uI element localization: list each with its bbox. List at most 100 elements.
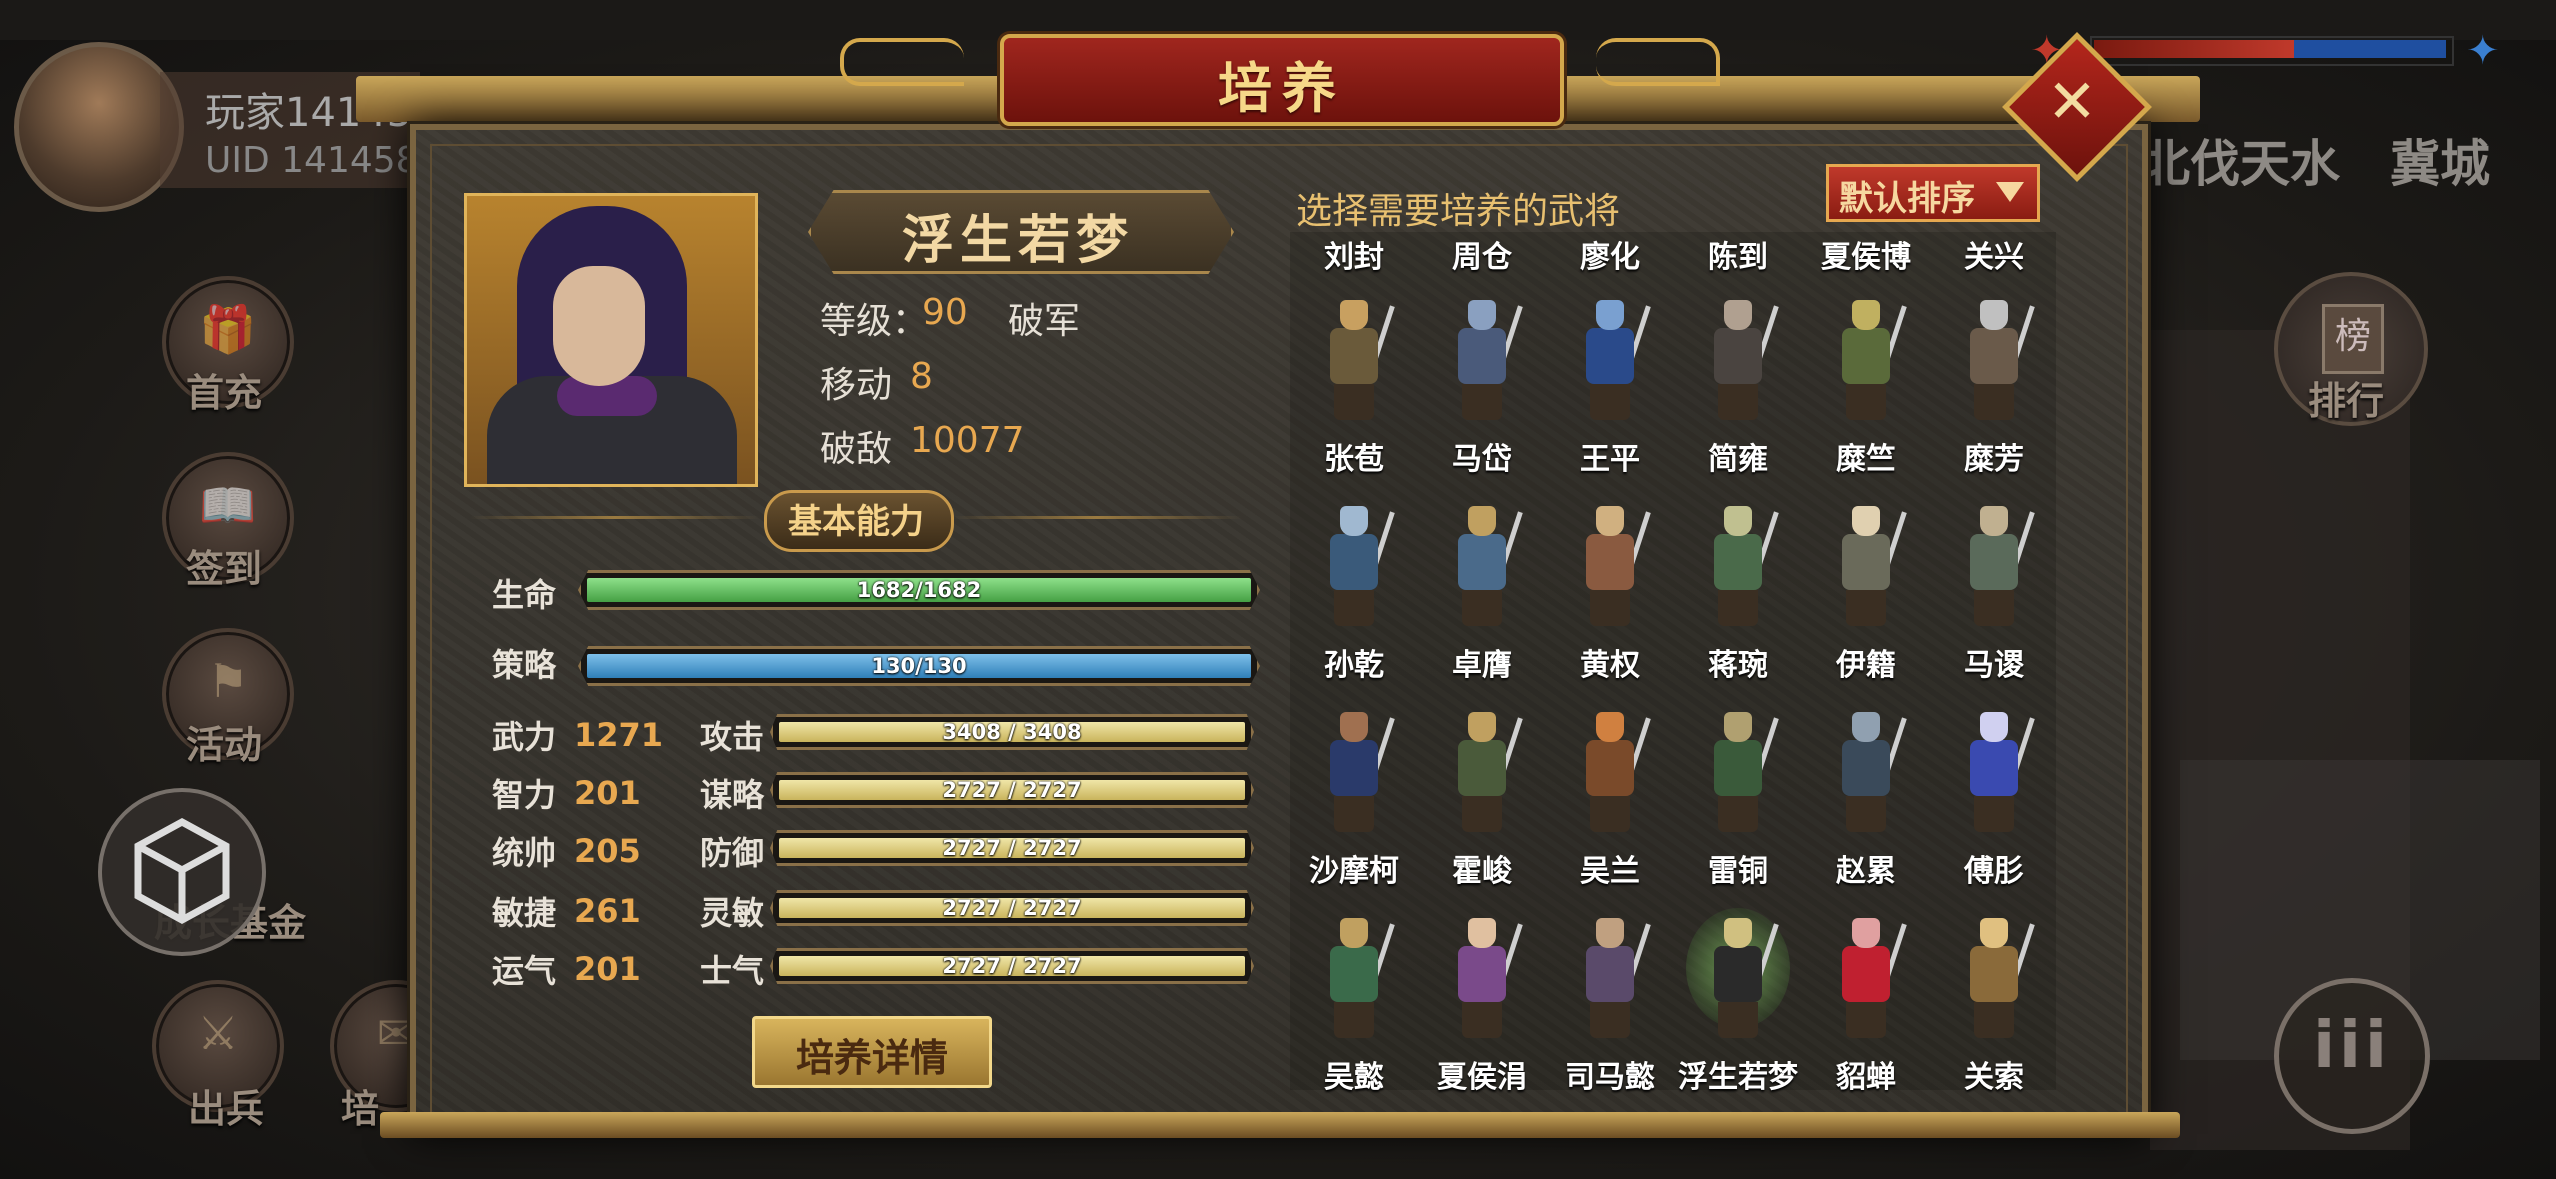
sub-attr-bar: 3408 / 3408 xyxy=(770,714,1254,750)
sub-attr-bar-text: 2727 / 2727 xyxy=(942,896,1082,920)
attr-value: 201 xyxy=(574,950,641,988)
general-cell[interactable]: 卓膺 xyxy=(1418,496,1546,696)
menu-icon: iii xyxy=(2313,1009,2391,1083)
hp-label: 生命 xyxy=(492,576,557,614)
general-cell[interactable]: 马岱 xyxy=(1418,290,1546,490)
sub-attr-bar: 2727 / 2727 xyxy=(770,772,1254,808)
general-column-head[interactable]: 廖化 xyxy=(1546,232,1674,276)
general-sprite xyxy=(1964,300,2035,420)
general-column-head[interactable]: 陈到 xyxy=(1674,232,1802,276)
city-jicheng[interactable]: 冀城 xyxy=(2390,124,2490,196)
attr-name: 敏捷 xyxy=(492,894,557,932)
general-column-head[interactable]: 夏侯博 xyxy=(1802,232,1930,276)
general-cell[interactable]: 浮生若梦 xyxy=(1674,908,1802,1108)
general-name: 伊籍 xyxy=(1836,648,1896,683)
sub-attr-bar-text: 2727 / 2727 xyxy=(942,778,1082,802)
level-label: 等级： xyxy=(820,301,929,342)
general-name: 糜竺 xyxy=(1836,442,1896,477)
power-value: 10077 xyxy=(910,420,1025,461)
general-name: 黄权 xyxy=(1580,648,1640,683)
general-cell[interactable]: 司马懿 xyxy=(1546,908,1674,1108)
blue-bird-icon: ✦ xyxy=(2466,28,2500,74)
general-name: 傅肜 xyxy=(1964,854,2024,889)
general-cell[interactable]: 吴兰 xyxy=(1546,702,1674,902)
general-cell[interactable]: 马谡 xyxy=(1930,496,2058,696)
chevron-down-icon[interactable] xyxy=(1996,182,2024,202)
general-cell[interactable]: 蒋琬 xyxy=(1674,496,1802,696)
general-name: 马岱 xyxy=(1452,442,1512,477)
general-sprite xyxy=(1324,918,1395,1038)
general-sprite xyxy=(1964,506,2035,626)
general-name: 简雍 xyxy=(1708,442,1768,477)
dialog-bottom-rail xyxy=(380,1112,2180,1138)
general-cell[interactable]: 霍峻 xyxy=(1418,702,1546,902)
sub-attr-bar-text: 2727 / 2727 xyxy=(942,954,1082,978)
player-avatar[interactable] xyxy=(14,42,184,212)
sub-attr-bar: 2727 / 2727 xyxy=(770,948,1254,984)
general-sprite xyxy=(1452,300,1523,420)
general-name: 糜芳 xyxy=(1964,442,2024,477)
hero-portrait xyxy=(464,193,758,487)
dialog-title-banner: 培养 xyxy=(1000,34,1564,126)
general-cell[interactable]: 傅肜 xyxy=(1930,702,2058,902)
hero-name: 浮生若梦 xyxy=(901,211,1134,271)
general-column-head[interactable]: 关兴 xyxy=(1930,232,2058,276)
general-cell[interactable]: 伊籍 xyxy=(1802,496,1930,696)
attr-name: 运气 xyxy=(492,952,557,990)
attr-value: 205 xyxy=(574,832,641,870)
general-column-head[interactable]: 刘封 xyxy=(1290,232,1418,276)
city-beifa[interactable]: 北伐 xyxy=(2140,124,2240,196)
general-name: 赵累 xyxy=(1836,854,1896,889)
general-name: 浮生若梦 xyxy=(1678,1060,1798,1095)
general-sprite xyxy=(1836,712,1907,832)
general-cell[interactable]: 貂蝉 xyxy=(1802,908,1930,1108)
general-cell[interactable]: 王平 xyxy=(1546,290,1674,490)
general-column-head[interactable]: 周仓 xyxy=(1418,232,1546,276)
general-cell[interactable]: 吴懿 xyxy=(1290,908,1418,1108)
cube-button[interactable] xyxy=(98,788,266,956)
sub-attr-name: 灵敏 xyxy=(700,894,765,932)
general-cell[interactable]: 赵累 xyxy=(1802,702,1930,902)
general-sprite xyxy=(1580,712,1651,832)
general-name: 关索 xyxy=(1964,1060,2024,1095)
general-cell[interactable]: 沙摩柯 xyxy=(1290,702,1418,902)
general-cell[interactable]: 孙乾 xyxy=(1290,496,1418,696)
general-sprite xyxy=(1580,918,1651,1038)
book-icon: 📖 xyxy=(199,478,257,532)
close-icon[interactable]: ✕ xyxy=(2024,54,2120,150)
general-cell[interactable]: 黄权 xyxy=(1546,496,1674,696)
general-cell[interactable]: 简雍 xyxy=(1674,290,1802,490)
training-details-button[interactable]: 培养详情 xyxy=(752,1016,992,1088)
general-sprite xyxy=(1708,712,1779,832)
general-name: 司马懿 xyxy=(1565,1060,1655,1095)
general-sprite xyxy=(1452,712,1523,832)
general-name: 吴懿 xyxy=(1324,1060,1384,1095)
general-cell[interactable]: 糜芳 xyxy=(1930,290,2058,490)
general-name: 霍峻 xyxy=(1452,854,1512,889)
general-sprite xyxy=(1708,918,1779,1038)
sub-attr-name: 士气 xyxy=(700,952,765,990)
general-sprite xyxy=(1452,918,1523,1038)
dispatch-label: 出兵 xyxy=(187,1087,264,1131)
general-sprite xyxy=(1324,300,1395,420)
general-cell[interactable]: 张苞 xyxy=(1290,290,1418,490)
strategy-bar-text: 130/130 xyxy=(871,654,967,678)
ranking-icon: 榜 xyxy=(2322,304,2384,374)
general-sprite xyxy=(1836,300,1907,420)
general-cell[interactable]: 雷铜 xyxy=(1674,702,1802,902)
strategy-bar: 130/130 xyxy=(578,646,1260,686)
event-label: 活动 xyxy=(185,723,262,767)
general-cell[interactable]: 夏侯涓 xyxy=(1418,908,1546,1108)
general-name: 马谡 xyxy=(1964,648,2024,683)
general-sprite xyxy=(1708,506,1779,626)
city-tianshui[interactable]: 天水 xyxy=(2240,124,2340,196)
sword-icon: ⚔ xyxy=(197,1006,239,1060)
player-uid: UID 141458 xyxy=(205,140,419,181)
select-general-title: 选择需要培养的武将 xyxy=(1296,191,1621,232)
general-name: 张苞 xyxy=(1324,442,1384,477)
general-cell[interactable]: 糜竺 xyxy=(1802,290,1930,490)
sort-label: 默认排序 xyxy=(1839,179,1975,219)
menu-button[interactable]: iii xyxy=(2274,978,2430,1134)
general-cell[interactable]: 关索 xyxy=(1930,908,2058,1108)
first-charge-label: 首充 xyxy=(185,371,262,415)
